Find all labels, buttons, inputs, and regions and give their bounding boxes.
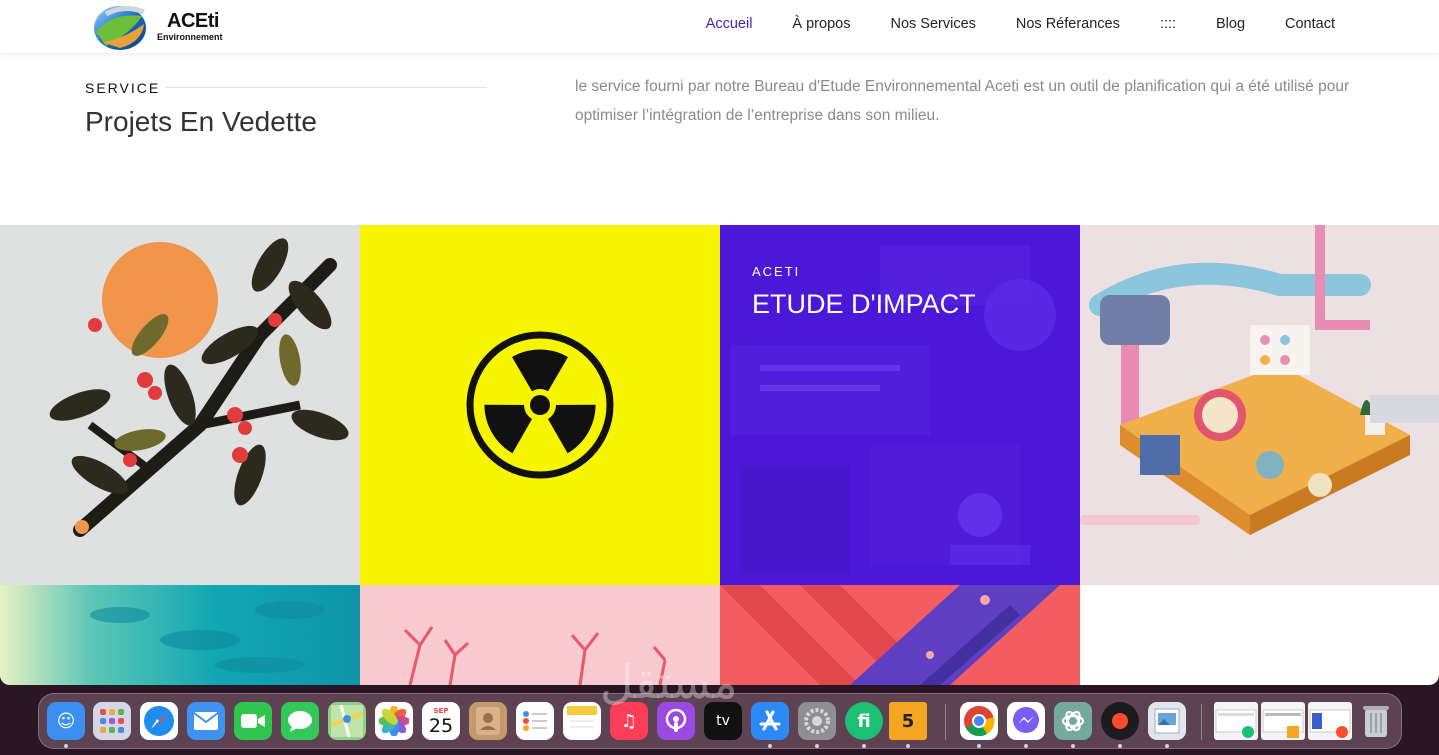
nav-more[interactable]: :::: (1160, 16, 1176, 32)
photos-icon[interactable] (375, 702, 413, 740)
preview-icon[interactable] (1148, 702, 1186, 740)
messages-icon[interactable] (281, 702, 319, 740)
browser-page: ACEti Environnement Accueil À propos Nos… (0, 0, 1439, 685)
calendar-icon[interactable]: SEP 25 (422, 702, 460, 740)
stripes-illustration-icon (720, 585, 1060, 685)
app-five-label: 5 (901, 710, 915, 732)
project-tile-featured[interactable]: ACETI ETUDE D'IMPACT (720, 225, 1080, 585)
section-kicker: SERVICE (85, 80, 161, 96)
running-indicator (1024, 744, 1028, 748)
podcasts-icon[interactable] (657, 702, 695, 740)
app-store-icon[interactable] (751, 702, 789, 740)
chrome-icon[interactable] (960, 702, 998, 740)
kicker-divider (165, 87, 487, 88)
brand-subtitle: Environnement (157, 32, 223, 42)
running-indicator (1165, 744, 1169, 748)
project-tile-tree[interactable] (0, 225, 360, 585)
minimized-window-thumbnail-3[interactable] (1308, 702, 1352, 740)
running-indicator (1118, 744, 1122, 748)
radiation-icon (466, 331, 614, 479)
running-indicator (1071, 744, 1075, 748)
coral-illustration-icon (403, 626, 667, 685)
contacts-icon[interactable] (469, 702, 507, 740)
fiverr-icon[interactable]: fi (845, 702, 883, 740)
factory-illustration-icon (720, 225, 1080, 585)
finder-icon[interactable]: ☺ (47, 702, 85, 740)
section-title: Projets En Vedette (85, 106, 317, 137)
messenger-icon[interactable] (1007, 702, 1045, 740)
project-tile-coral[interactable] (360, 585, 720, 685)
system-settings-icon[interactable] (798, 702, 836, 740)
running-indicator (862, 744, 866, 748)
running-indicator (64, 744, 68, 748)
app-five-icon[interactable]: 5 (889, 702, 927, 740)
featured-kicker: ACETI (752, 264, 801, 279)
safari-icon[interactable] (140, 702, 178, 740)
launchpad-icon[interactable] (93, 702, 131, 740)
calendar-day: 25 (428, 714, 454, 737)
main-nav: Accueil À propos Nos Services Nos Réfera… (706, 0, 1439, 48)
nav-services[interactable]: Nos Services (890, 16, 975, 32)
project-tile-water[interactable] (0, 585, 360, 685)
project-tile-stripes[interactable] (720, 585, 1080, 685)
brand-name: ACEti (167, 10, 219, 32)
intro-paragraph: le service fourni par notre Bureau d'Etu… (575, 78, 1350, 124)
isometric-factory-icon (1080, 225, 1439, 535)
globe-logo-icon (94, 6, 146, 50)
nav-contact[interactable]: Contact (1285, 16, 1335, 32)
maps-icon[interactable] (328, 702, 366, 740)
facetime-icon[interactable] (234, 702, 272, 740)
project-tile-radiation[interactable] (360, 225, 720, 585)
mail-icon[interactable] (187, 702, 225, 740)
tv-label: tv (716, 713, 730, 729)
running-indicator (815, 744, 819, 748)
dock-separator (1201, 704, 1202, 740)
music-icon[interactable]: ♫ (610, 702, 648, 740)
nav-accueil[interactable]: Accueil (706, 16, 753, 32)
project-tile-isometric[interactable] (1080, 225, 1439, 585)
nav-references[interactable]: Nos Réferances (1016, 16, 1120, 32)
water-texture-icon (0, 585, 360, 685)
notes-icon[interactable] (563, 702, 601, 740)
trash-icon[interactable] (1357, 702, 1395, 740)
chatgpt-icon[interactable] (1054, 702, 1092, 740)
site-header: ACEti Environnement Accueil À propos Nos… (0, 0, 1439, 53)
nav-blog[interactable]: Blog (1216, 16, 1245, 32)
running-indicator (906, 744, 910, 748)
featured-title: ETUDE D'IMPACT (752, 289, 976, 319)
macos-dock: ☺ SEP 25 ♫ tv fi 5 (38, 693, 1402, 749)
reminders-icon[interactable] (516, 702, 554, 740)
apple-tv-icon[interactable]: tv (704, 702, 742, 740)
tree-illustration-icon (49, 238, 349, 537)
nav-a-propos[interactable]: À propos (792, 16, 850, 32)
running-indicator (768, 744, 772, 748)
minimized-window-thumbnail-1[interactable] (1214, 702, 1258, 740)
running-indicator (977, 744, 981, 748)
screen-recorder-icon[interactable] (1101, 702, 1139, 740)
minimized-window-thumbnail-2[interactable] (1261, 702, 1305, 740)
dock-separator (945, 704, 946, 740)
